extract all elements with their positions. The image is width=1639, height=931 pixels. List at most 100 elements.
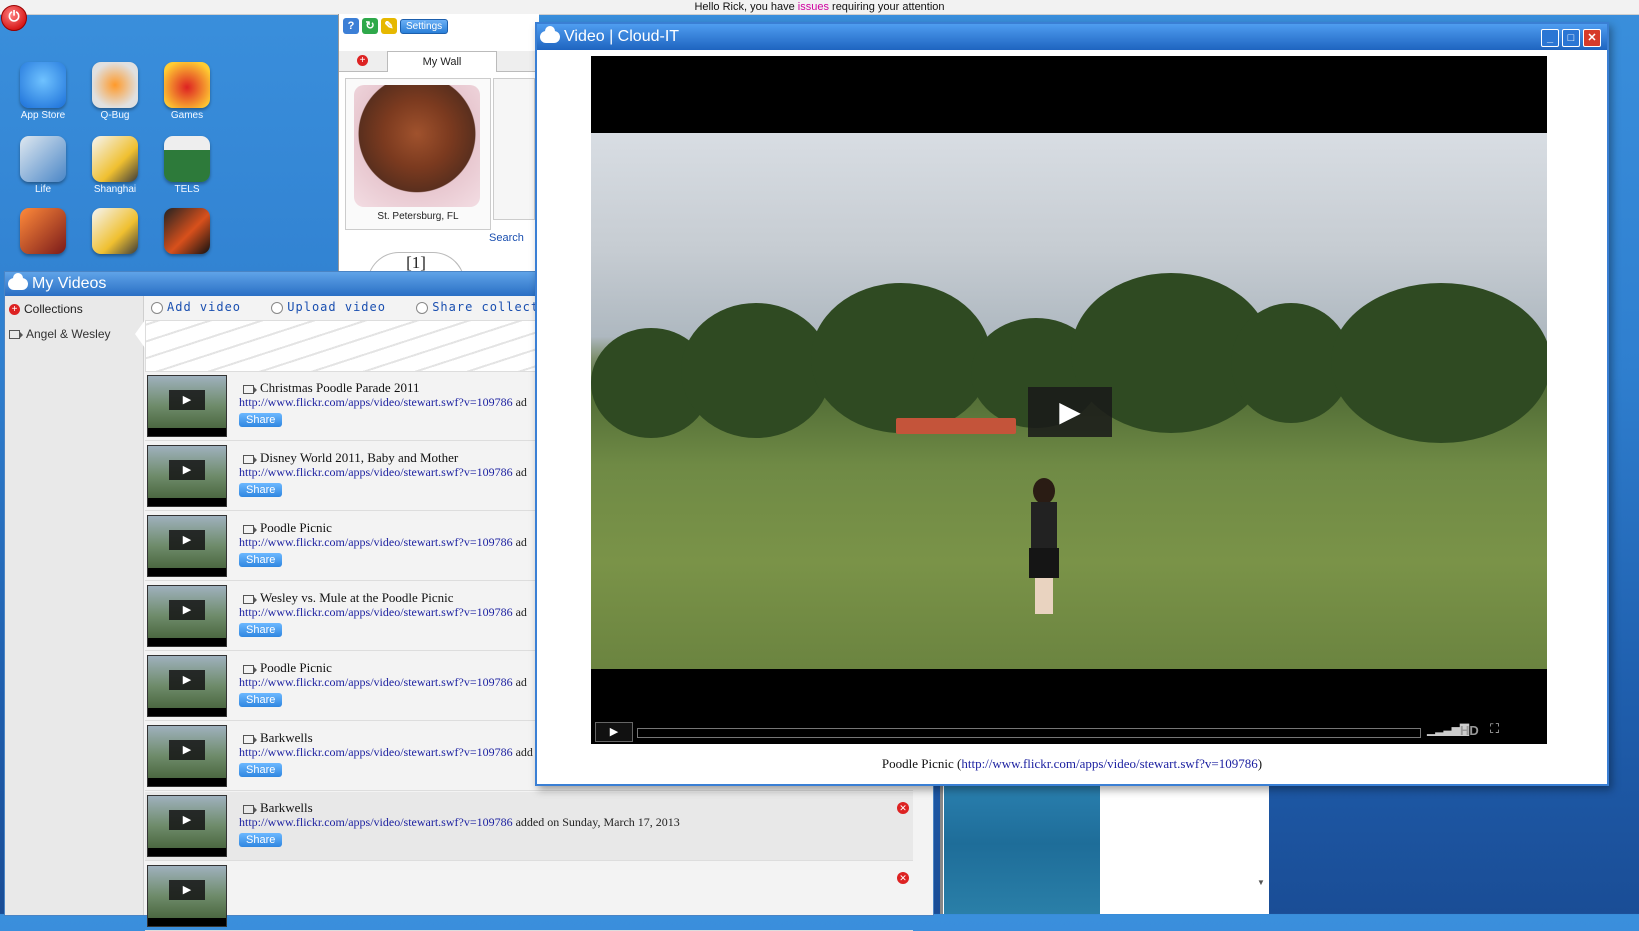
profile-card: St. Petersburg, FL	[345, 78, 491, 230]
desktop-icon-label: Q-Bug	[100, 110, 130, 121]
life-desktop-icon[interactable]: Life	[13, 136, 73, 195]
big-play-icon[interactable]: ▶	[1028, 387, 1112, 437]
video-url[interactable]: http://www.flickr.com/apps/video/stewart…	[239, 675, 527, 690]
window-title: Video | Cloud-IT	[564, 28, 680, 45]
play-icon: ▶	[169, 810, 205, 830]
radio-icon[interactable]	[416, 301, 429, 314]
radio-icon[interactable]	[151, 301, 163, 314]
video-thumbnail[interactable]: ▶	[147, 795, 227, 857]
refresh-icon[interactable]: ↻	[362, 18, 378, 34]
video-row[interactable]: ▶ Barkwells http://www.flickr.com/apps/v…	[145, 792, 913, 861]
desktop-icon-label: Shanghai	[93, 184, 137, 195]
q-bug-desktop-icon[interactable]: Q-Bug	[85, 62, 145, 121]
collections-sidebar: + Collections Angel & Wesley	[5, 296, 145, 915]
minimize-icon[interactable]: _	[1541, 29, 1559, 47]
video-title: Poodle Picnic	[239, 520, 332, 536]
play-icon: ▶	[169, 880, 205, 900]
desktop-icon[interactable]	[85, 208, 145, 256]
folder-icon	[243, 734, 257, 744]
share-button[interactable]: Share	[239, 763, 283, 777]
share-button[interactable]: Share	[239, 483, 283, 497]
play-icon: ▶	[169, 390, 205, 410]
video-row[interactable]: ▶ ✕	[145, 862, 913, 931]
video-title: Disney World 2011, Baby and Mother	[239, 450, 458, 466]
cloud-icon	[540, 25, 560, 43]
close-icon[interactable]: ✕	[1583, 29, 1601, 47]
collection-item[interactable]: Angel & Wesley	[5, 324, 143, 344]
help-icon[interactable]: ?	[343, 18, 359, 34]
video-thumbnail[interactable]: ▶	[147, 725, 227, 787]
hd-toggle[interactable]: HD	[1460, 723, 1479, 738]
play-icon: ▶	[169, 600, 205, 620]
social-panel: ? ↻ ✎ Settings + My Wall St. Petersburg, FL…	[338, 14, 539, 284]
video-thumbnail[interactable]: ▶	[147, 655, 227, 717]
video-url[interactable]: http://www.flickr.com/apps/video/stewart…	[239, 745, 533, 760]
maximize-icon[interactable]: □	[1562, 29, 1580, 47]
around-icon	[92, 208, 138, 254]
wall-tabs: + My Wall	[339, 51, 539, 72]
fullscreen-icon[interactable]: ⛶	[1490, 721, 1499, 737]
play-icon: ▶	[169, 530, 205, 550]
tab-my-wall[interactable]: My Wall	[387, 51, 497, 72]
app-store-icon	[20, 62, 66, 108]
play-icon: ▶	[169, 670, 205, 690]
play-button[interactable]: ▶	[595, 722, 633, 742]
desktop-icon-label: Life	[34, 184, 52, 195]
notification-text: Hello Rick, you have	[694, 1, 798, 13]
play-icon: ▶	[169, 460, 205, 480]
search-link[interactable]: Search	[489, 232, 524, 244]
video-url[interactable]: http://www.flickr.com/apps/video/stewart…	[239, 605, 527, 620]
caption-link[interactable]: http://www.flickr.com/apps/video/stewart…	[961, 756, 1257, 771]
share-button[interactable]: Share	[239, 413, 283, 427]
video-title: Barkwells	[239, 730, 313, 746]
video-thumbnail[interactable]: ▶	[147, 585, 227, 647]
video-title: Poodle Picnic	[239, 660, 332, 676]
power-icon[interactable]: ⏻	[1, 5, 27, 31]
post-box[interactable]	[493, 78, 535, 220]
profile-photo[interactable]	[354, 85, 480, 207]
share-button[interactable]: Share	[239, 553, 283, 567]
folder-icon	[243, 384, 257, 394]
fire-icon	[164, 208, 210, 254]
issues-link[interactable]: issues	[798, 1, 829, 13]
video-window: Video | Cloud-IT _ □ ✕ ▶ ▶ ▁▂▃▅▇ HD ⛶ Po…	[535, 22, 1609, 786]
upload-video-button[interactable]: Upload video	[287, 300, 386, 314]
chalkboard-icon	[164, 136, 210, 182]
collection-name: Angel & Wesley	[26, 327, 111, 341]
add-icon[interactable]: +	[357, 55, 368, 66]
delete-icon[interactable]: ✕	[897, 872, 909, 884]
video-thumbnail[interactable]: ▶	[147, 865, 227, 927]
notification-bar: Hello Rick, you have issues requiring yo…	[0, 0, 1639, 15]
video-player[interactable]: ▶ ▶ ▁▂▃▅▇ HD ⛶	[591, 56, 1547, 744]
add-video-button[interactable]: Add video	[167, 300, 241, 314]
share-button[interactable]: Share	[239, 623, 283, 637]
scroll-down-icon[interactable]: ▼	[1257, 878, 1265, 887]
video-url[interactable]: http://www.flickr.com/apps/video/stewart…	[239, 465, 527, 480]
radio-icon[interactable]	[271, 301, 284, 314]
desktop-icon-label: App Store	[20, 110, 66, 121]
video-thumbnail[interactable]: ▶	[147, 515, 227, 577]
share-button[interactable]: Share	[239, 693, 283, 707]
desktop-icon[interactable]	[13, 208, 73, 256]
folder-icon	[9, 330, 23, 340]
games-desktop-icon[interactable]: Games	[157, 62, 217, 121]
tels-desktop-icon[interactable]: TELS	[157, 136, 217, 195]
settings-button[interactable]: Settings	[400, 18, 449, 34]
video-thumbnail[interactable]: ▶	[147, 445, 227, 507]
add-collection-icon[interactable]: +	[9, 304, 20, 316]
caption-title: Poodle Picnic	[881, 756, 954, 771]
video-url[interactable]: http://www.flickr.com/apps/video/stewart…	[239, 815, 680, 830]
delete-icon[interactable]: ✕	[897, 802, 909, 814]
folder-icon	[243, 454, 257, 464]
video-title: Barkwells	[239, 800, 313, 816]
seek-bar[interactable]	[637, 728, 1421, 738]
pencil-icon[interactable]: ✎	[381, 18, 397, 34]
video-thumbnail[interactable]: ▶	[147, 375, 227, 437]
share-button[interactable]: Share	[239, 833, 283, 847]
video-url[interactable]: http://www.flickr.com/apps/video/stewart…	[239, 395, 527, 410]
video-url[interactable]: http://www.flickr.com/apps/video/stewart…	[239, 535, 527, 550]
video-window-titlebar[interactable]: Video | Cloud-IT _ □ ✕	[537, 24, 1607, 50]
shanghai-desktop-icon[interactable]: Shanghai	[85, 136, 145, 195]
desktop-icon[interactable]	[157, 208, 217, 256]
app-store-desktop-icon[interactable]: App Store	[13, 62, 73, 121]
